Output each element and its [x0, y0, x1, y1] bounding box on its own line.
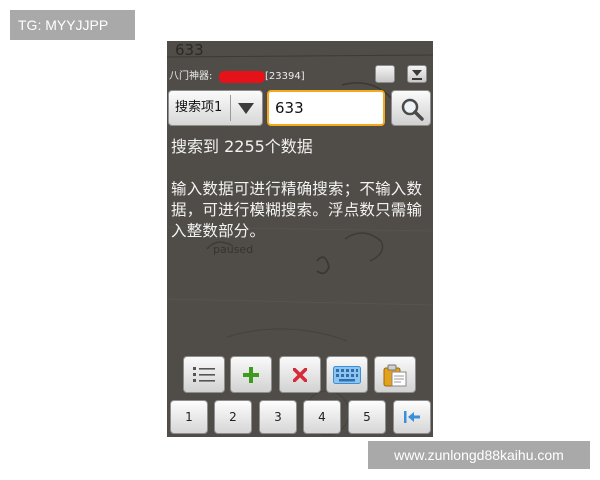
delete-button[interactable]	[279, 356, 321, 393]
process-id: [23394]	[265, 71, 305, 82]
doodle-paused-label: paused	[213, 243, 254, 256]
numpad-key-2[interactable]: 2	[214, 400, 252, 434]
close-icon	[293, 367, 307, 382]
minimize-button[interactable]	[407, 65, 427, 83]
jump-to-start-button[interactable]	[393, 400, 431, 434]
dropdown-divider	[230, 95, 231, 121]
watermark-top: TG: MYYJJPP	[10, 10, 135, 40]
chevron-down-icon	[238, 103, 254, 114]
numpad-key-5[interactable]: 5	[348, 400, 386, 434]
watermark-bottom: www.zunlongd88kaihu.com	[368, 441, 590, 469]
minimize-icon	[412, 70, 422, 80]
numpad-key-4[interactable]: 4	[303, 400, 341, 434]
plus-icon	[243, 366, 259, 383]
list-icon	[193, 366, 215, 382]
action-toolbar	[167, 356, 433, 396]
search-icon	[401, 98, 424, 121]
result-count: 搜索到 2255个数据	[171, 137, 313, 156]
search-button[interactable]	[391, 90, 431, 126]
numpad-key-3[interactable]: 3	[259, 400, 297, 434]
search-row: 搜索项1	[167, 90, 433, 128]
clipboard-icon	[383, 364, 407, 386]
add-button[interactable]	[230, 356, 272, 393]
search-input[interactable]	[267, 90, 385, 126]
app-name: 八门神器:	[169, 71, 213, 82]
keyboard-icon	[333, 365, 361, 384]
dropdown-label: 搜索项1	[175, 100, 223, 115]
jump-to-start-icon	[404, 411, 420, 423]
search-hint: 输入数据可进行精确搜索；不输入数据，可进行模糊搜索。浮点数只需输入整数部分。	[171, 180, 423, 240]
keyboard-button[interactable]	[326, 356, 368, 393]
search-item-dropdown[interactable]: 搜索项1	[168, 90, 263, 126]
redaction-mark	[219, 71, 265, 83]
numpad-key-1[interactable]: 1	[170, 400, 208, 434]
paste-button[interactable]	[374, 356, 416, 393]
phone-screen: 633 paused 八门神器: [23394] 搜索项1 搜索到 2	[167, 41, 433, 437]
list-button[interactable]	[183, 356, 225, 393]
numpad-row: 1 2 3 4 5	[167, 400, 433, 437]
window-button[interactable]	[375, 65, 395, 83]
doodle-label: 633	[175, 41, 204, 59]
